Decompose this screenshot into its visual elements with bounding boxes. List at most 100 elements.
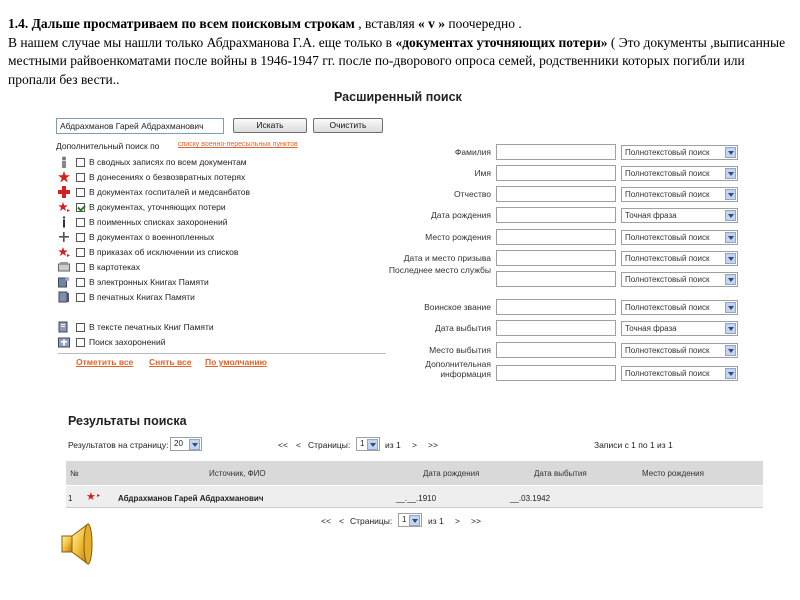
speaker-icon[interactable] [58, 520, 102, 568]
source-checkbox[interactable] [76, 187, 85, 197]
red-star-icon: ★ [86, 491, 96, 503]
of-pages-label-bottom: из 1 [428, 516, 444, 526]
source-label: В поименных списках захоронений [89, 217, 228, 227]
field-label: Дата рождения [431, 210, 491, 220]
source-option[interactable]: Поиск захоронений [58, 335, 166, 349]
source-option[interactable]: В тексте печатных Книг Памяти [58, 320, 214, 334]
source-checkbox[interactable] [76, 262, 85, 272]
card-file-icon [58, 261, 70, 273]
match-mode-value: Полнотекстовый поиск [625, 275, 710, 284]
source-label: Поиск захоронений [89, 337, 166, 347]
match-mode-select[interactable]: Точная фраза [621, 208, 738, 223]
source-checkbox[interactable] [76, 292, 85, 302]
source-option[interactable]: В сводных записях по всем документам [58, 155, 247, 169]
field-input[interactable] [496, 207, 616, 223]
field-input[interactable] [496, 320, 616, 336]
field-input[interactable] [496, 250, 616, 266]
pager-prev[interactable]: < [296, 440, 301, 450]
match-mode-value: Полнотекстовый поиск [625, 169, 710, 178]
chevron-down-icon [725, 274, 736, 285]
field-input[interactable] [496, 229, 616, 245]
field-input[interactable] [496, 299, 616, 315]
col-birth-date: Дата рождения [423, 469, 480, 478]
clear-button[interactable]: Очистить [313, 118, 383, 133]
pager-next-bottom[interactable]: > [455, 516, 460, 526]
advanced-search-title: Расширенный поиск [334, 90, 462, 104]
match-mode-value: Точная фраза [625, 324, 677, 333]
col-birth-place: Место рождения [642, 469, 704, 478]
source-label: В сводных записях по всем документам [89, 157, 247, 167]
source-checkbox[interactable] [76, 157, 85, 167]
match-mode-select[interactable]: Точная фраза [621, 321, 738, 336]
match-mode-value: Полнотекстовый поиск [625, 303, 710, 312]
field-label: Фамилия [454, 147, 491, 157]
pager-last[interactable]: >> [428, 440, 438, 450]
page-select[interactable]: 1 [356, 437, 380, 451]
book-icon [58, 291, 70, 303]
field-input[interactable] [496, 365, 616, 381]
intro-text: 1.4. Дальше просматриваем по всем поиско… [8, 15, 792, 89]
mark-all-link[interactable]: Отметить все [76, 357, 133, 367]
chevron-down-icon [725, 253, 736, 264]
intro-paragraph-start: В нашем случае мы нашли только Абдрахман… [8, 34, 396, 50]
match-mode-value: Полнотекстовый поиск [625, 369, 710, 378]
source-checkbox[interactable] [76, 247, 85, 257]
source-checkbox[interactable] [76, 337, 85, 347]
pager-next[interactable]: > [412, 440, 417, 450]
intro-step-title: 1.4. Дальше просматриваем по всем поиско… [8, 16, 355, 31]
source-option[interactable]: В печатных Книгах Памяти [58, 290, 195, 304]
unmark-all-link[interactable]: Снять все [149, 357, 191, 367]
source-checkbox[interactable] [76, 172, 85, 182]
match-mode-value: Полнотекстовый поиск [625, 190, 710, 199]
additional-search-link[interactable]: спискy военно-пересыльных пунктов [178, 141, 298, 148]
source-option[interactable]: В поименных списках захоронений [58, 215, 227, 229]
match-mode-select[interactable]: Полнотекстовый поиск [621, 187, 738, 202]
match-mode-select[interactable]: Полнотекстовый поиск [621, 272, 738, 287]
source-option[interactable]: В электронных Книгах Памяти [58, 275, 209, 289]
row-name[interactable]: Абдрахманов Гарей Абдрахманович [118, 494, 264, 503]
field-input[interactable] [496, 186, 616, 202]
source-option[interactable]: В донесениях о безвозвратных потерях [58, 170, 245, 184]
search-input[interactable]: Абдрахманов Гарей Абдрахманович [56, 118, 224, 134]
match-mode-select[interactable]: Полнотекстовый поиск [621, 343, 738, 358]
search-button[interactable]: Искать [233, 118, 307, 133]
source-label: В картотеках [89, 262, 140, 272]
match-mode-select[interactable]: Полнотекстовый поиск [621, 366, 738, 381]
source-checkbox[interactable] [76, 217, 85, 227]
col-leave-date: Дата выбытия [534, 469, 587, 478]
col-source: Источник, ФИО [209, 469, 266, 478]
match-mode-select[interactable]: Полнотекстовый поиск [621, 300, 738, 315]
chevron-down-icon [725, 345, 736, 356]
source-option[interactable]: В документах госпиталей и медсанбатов [58, 185, 250, 199]
source-option[interactable]: В документах о военнопленных [58, 230, 214, 244]
field-input[interactable] [496, 342, 616, 358]
chevron-down-icon [409, 515, 420, 526]
pager-prev-bottom[interactable]: < [339, 516, 344, 526]
field-input[interactable] [496, 165, 616, 181]
default-link[interactable]: По умолчанию [205, 357, 267, 367]
match-mode-select[interactable]: Полнотекстовый поиск [621, 251, 738, 266]
match-mode-select[interactable]: Полнотекстовый поиск [621, 230, 738, 245]
source-option[interactable]: В документах, уточняющих потери [58, 200, 226, 214]
field-label: Имя [474, 168, 491, 178]
source-option[interactable]: В картотеках [58, 260, 140, 274]
intro-step-end: поочередно . [445, 16, 522, 31]
match-mode-select[interactable]: Полнотекстовый поиск [621, 145, 738, 160]
field-input[interactable] [496, 271, 616, 287]
match-mode-select[interactable]: Полнотекстовый поиск [621, 166, 738, 181]
source-label: В тексте печатных Книг Памяти [89, 322, 214, 332]
pager-last-bottom[interactable]: >> [471, 516, 481, 526]
page-select-bottom[interactable]: 1 [398, 513, 422, 527]
source-label: В документах госпиталей и медсанбатов [89, 187, 251, 197]
per-page-select[interactable]: 20 [170, 437, 202, 451]
field-input[interactable] [496, 144, 616, 160]
source-checkbox[interactable] [76, 232, 85, 242]
source-option[interactable]: В приказах об исключении из списков [58, 245, 238, 259]
source-checkbox[interactable] [76, 322, 85, 332]
pager-first[interactable]: << [278, 440, 288, 450]
source-label: В приказах об исключении из списков [89, 247, 239, 257]
pager-first-bottom[interactable]: << [321, 516, 331, 526]
source-checkbox[interactable] [76, 202, 85, 212]
source-checkbox[interactable] [76, 277, 85, 287]
table-row[interactable]: 1 ★ ▸ Абдрахманов Гарей Абдрахманович __.… [66, 486, 763, 508]
